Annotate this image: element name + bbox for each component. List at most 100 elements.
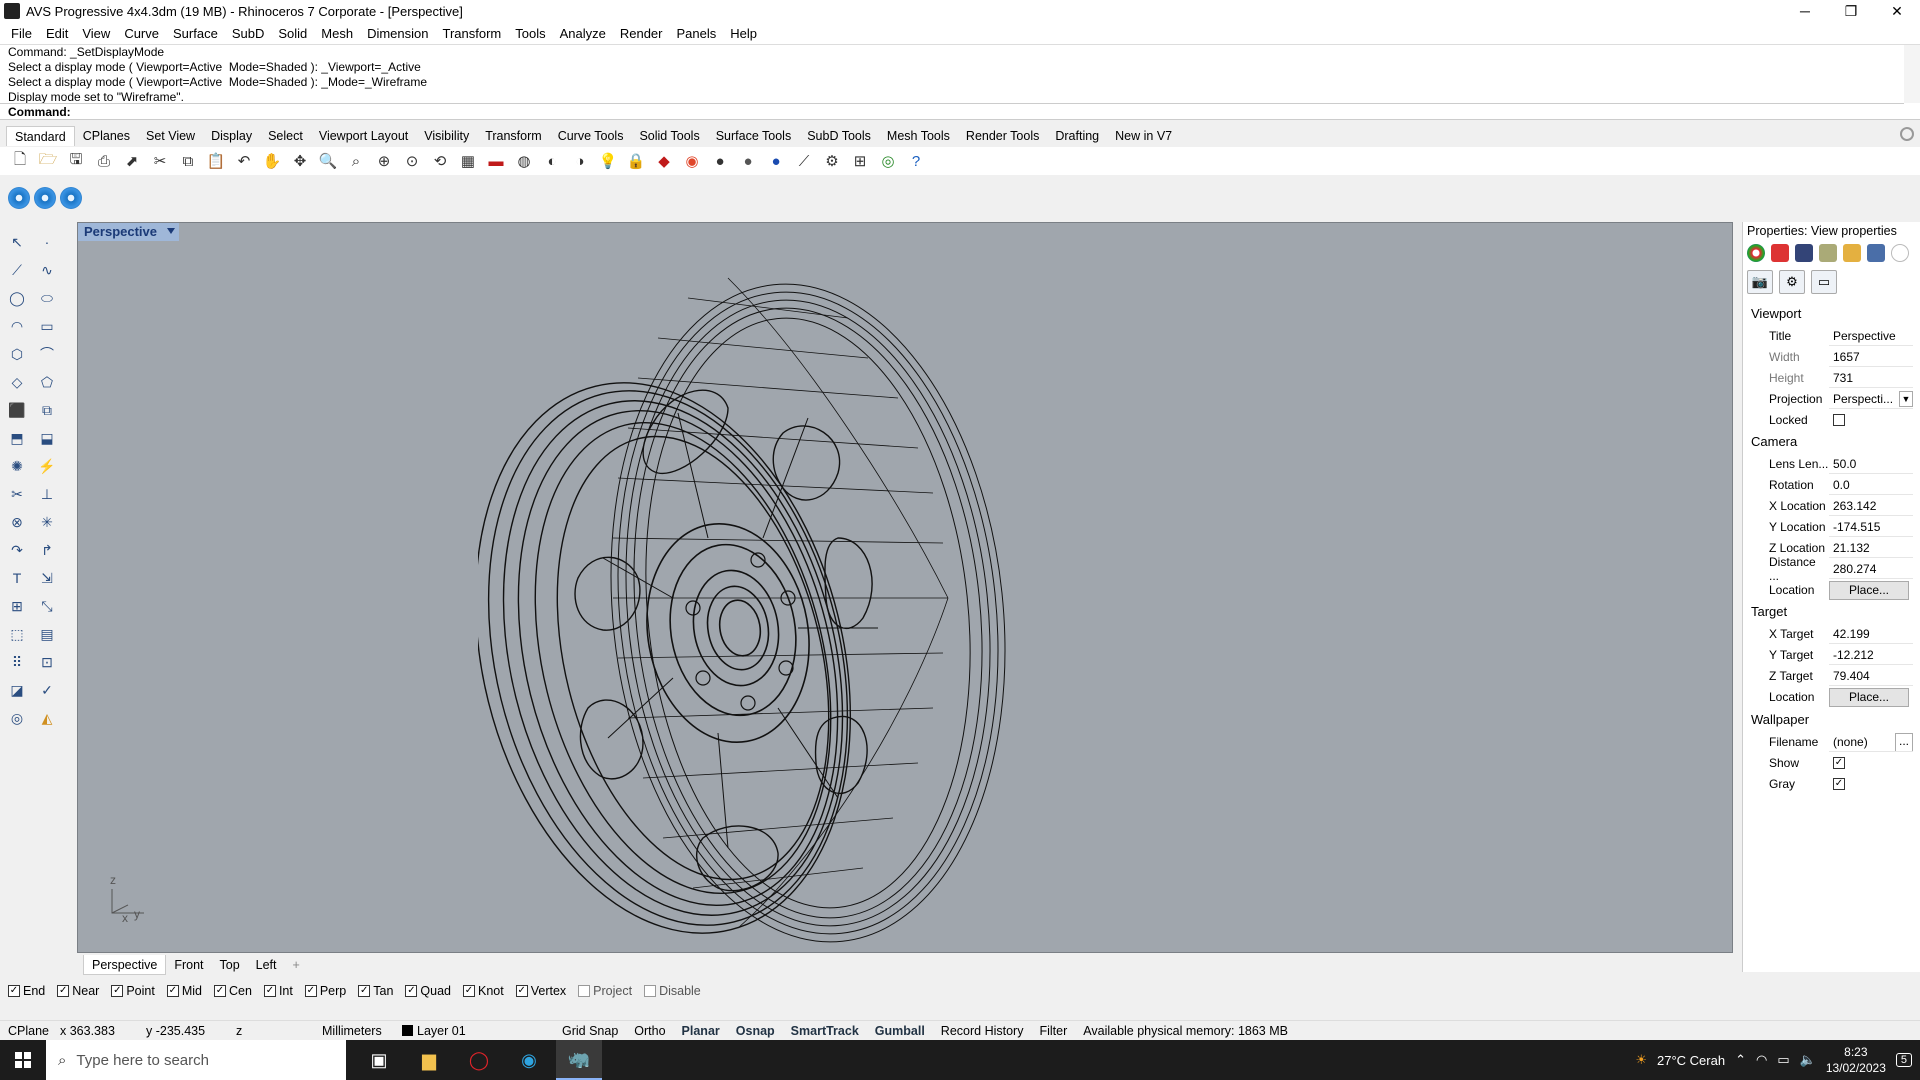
- menu-dimension[interactable]: Dimension: [360, 26, 435, 41]
- osnap-disable[interactable]: Disable: [644, 984, 701, 998]
- surface-icon[interactable]: ◇: [4, 370, 30, 394]
- plugin-gear-icon[interactable]: [8, 187, 30, 209]
- rhino-taskbar-icon[interactable]: 🦏: [556, 1040, 602, 1080]
- current-layer[interactable]: Layer 01: [394, 1024, 554, 1038]
- copy-icon[interactable]: ⧉: [176, 149, 200, 173]
- menu-transform[interactable]: Transform: [435, 26, 508, 41]
- tab-drafting[interactable]: Drafting: [1047, 126, 1107, 146]
- viewport-frame-icon[interactable]: ▭: [1811, 270, 1837, 294]
- command-history-scrollbar[interactable]: [1904, 45, 1920, 103]
- scale-icon[interactable]: ⤡: [34, 594, 60, 618]
- menu-surface[interactable]: Surface: [166, 26, 225, 41]
- filter-toggle[interactable]: Filter: [1031, 1024, 1075, 1038]
- toolbar-settings-gear-icon[interactable]: [1900, 127, 1914, 141]
- notifications-badge[interactable]: 5: [1895, 1053, 1912, 1067]
- x-location-field[interactable]: 263.142: [1829, 497, 1913, 516]
- polyline-icon[interactable]: ⟋: [4, 258, 30, 282]
- menu-tools[interactable]: Tools: [508, 26, 552, 41]
- show-icon[interactable]: ◑: [568, 149, 592, 173]
- zoom-icon[interactable]: 🔍: [316, 149, 340, 173]
- paste-icon[interactable]: 📋: [204, 149, 228, 173]
- explode-icon[interactable]: ✳: [34, 510, 60, 534]
- hatch-icon[interactable]: ▤: [34, 622, 60, 646]
- menu-panels[interactable]: Panels: [669, 26, 723, 41]
- pan-hand-icon[interactable]: ✋: [260, 149, 284, 173]
- menu-file[interactable]: File: [4, 26, 39, 41]
- chevron-up-icon[interactable]: ⌃: [1735, 1052, 1746, 1068]
- menu-subd[interactable]: SubD: [225, 26, 272, 41]
- four-viewports-icon[interactable]: ▦: [456, 149, 480, 173]
- osnap-checkbox[interactable]: ✓: [57, 985, 70, 997]
- trim-icon[interactable]: ✂: [4, 482, 30, 506]
- osnap-checkbox[interactable]: ✓: [463, 985, 475, 997]
- tab-surface-tools[interactable]: Surface Tools: [708, 126, 800, 146]
- projection-select[interactable]: Perspecti... ▼: [1829, 390, 1913, 409]
- display-mode-icon[interactable]: ⚙: [1779, 270, 1805, 294]
- viewport-title-label[interactable]: Perspective: [78, 223, 179, 241]
- zoom-window-icon[interactable]: ⌕: [344, 149, 368, 173]
- tab-solid-tools[interactable]: Solid Tools: [631, 126, 707, 146]
- weather-icon[interactable]: ☀: [1635, 1052, 1647, 1068]
- tab-set-view[interactable]: Set View: [138, 126, 203, 146]
- menu-view[interactable]: View: [75, 26, 117, 41]
- render-tool-icon[interactable]: ◎: [4, 706, 30, 730]
- weather-text[interactable]: 27°C Cerah: [1657, 1053, 1725, 1068]
- edge-browser-icon[interactable]: ◉: [506, 1040, 552, 1080]
- panel-options-icon[interactable]: [1891, 244, 1909, 262]
- osnap-checkbox[interactable]: [644, 985, 657, 997]
- osnap-checkbox[interactable]: ✓: [515, 985, 528, 997]
- command-input[interactable]: Command:: [0, 103, 1904, 120]
- osnap-checkbox[interactable]: ✓: [8, 985, 20, 997]
- export-icon[interactable]: ⬈: [120, 149, 144, 173]
- rendering-tab-icon[interactable]: [1819, 244, 1837, 262]
- zoom-selected-icon[interactable]: ⊙: [400, 149, 424, 173]
- gray-checkbox[interactable]: ✓: [1833, 778, 1845, 790]
- osnap-checkbox[interactable]: ✓: [358, 985, 371, 997]
- transform-icon[interactable]: ⊞: [4, 594, 30, 618]
- array-icon[interactable]: ⠿: [4, 650, 30, 674]
- tab-render-tools[interactable]: Render Tools: [958, 126, 1047, 146]
- z-location-field[interactable]: 21.132: [1829, 539, 1913, 558]
- y-location-field[interactable]: -174.515: [1829, 518, 1913, 537]
- cplane-label[interactable]: CPlane: [0, 1024, 52, 1038]
- color-wheel-icon[interactable]: ◉: [680, 149, 704, 173]
- osnap-checkbox[interactable]: ✓: [166, 985, 179, 997]
- smarttrack-toggle[interactable]: SmartTrack: [783, 1024, 867, 1038]
- lightbulb-icon[interactable]: 💡: [596, 149, 620, 173]
- osnap-quad[interactable]: ✓ Quad: [405, 984, 451, 998]
- restore-button[interactable]: ❐: [1828, 0, 1874, 22]
- osnap-knot[interactable]: ✓ Knot: [463, 984, 504, 998]
- chamfer-icon[interactable]: ↱: [34, 538, 60, 562]
- environment-tab-icon[interactable]: [1795, 244, 1813, 262]
- snap-grid-icon[interactable]: ⊞: [848, 149, 872, 173]
- add-viewport-tab-button[interactable]: +: [285, 955, 308, 975]
- print-icon[interactable]: ⎙: [92, 149, 116, 173]
- tab-new-in-v7[interactable]: New in V7: [1107, 126, 1180, 146]
- save-icon[interactable]: 🖫: [64, 149, 88, 173]
- osnap-int[interactable]: ✓ Int: [263, 984, 293, 998]
- tab-mesh-tools[interactable]: Mesh Tools: [879, 126, 958, 146]
- osnap-project[interactable]: Project: [578, 984, 632, 998]
- tab-standard[interactable]: Standard: [6, 126, 75, 146]
- materials-tab-icon[interactable]: [1771, 244, 1789, 262]
- osnap-checkbox[interactable]: ✓: [214, 985, 226, 997]
- check-icon[interactable]: ✓: [34, 678, 60, 702]
- camera-icon[interactable]: 📷: [1747, 270, 1773, 294]
- units-label[interactable]: Millimeters: [314, 1024, 394, 1038]
- tab-display[interactable]: Display: [203, 126, 260, 146]
- osnap-checkbox[interactable]: ✓: [304, 985, 317, 997]
- task-view-icon[interactable]: ▣: [356, 1040, 402, 1080]
- curve-icon[interactable]: ∿: [34, 258, 60, 282]
- viewport-tab-top[interactable]: Top: [212, 955, 248, 975]
- osnap-perp[interactable]: ✓ Perp: [304, 984, 346, 998]
- tab-visibility[interactable]: Visibility: [416, 126, 477, 146]
- block-icon[interactable]: ⊡: [34, 650, 60, 674]
- libraries-tab-icon[interactable]: [1843, 244, 1861, 262]
- dimension-tool-icon[interactable]: ⇲: [34, 566, 60, 590]
- chevron-down-icon[interactable]: ▼: [1899, 390, 1913, 407]
- point-icon[interactable]: ·: [34, 230, 60, 254]
- prop-title-field[interactable]: Perspective: [1829, 327, 1913, 346]
- plugin-globe-icon[interactable]: ◎: [876, 149, 900, 173]
- menu-render[interactable]: Render: [613, 26, 670, 41]
- planar-toggle[interactable]: Planar: [674, 1024, 728, 1038]
